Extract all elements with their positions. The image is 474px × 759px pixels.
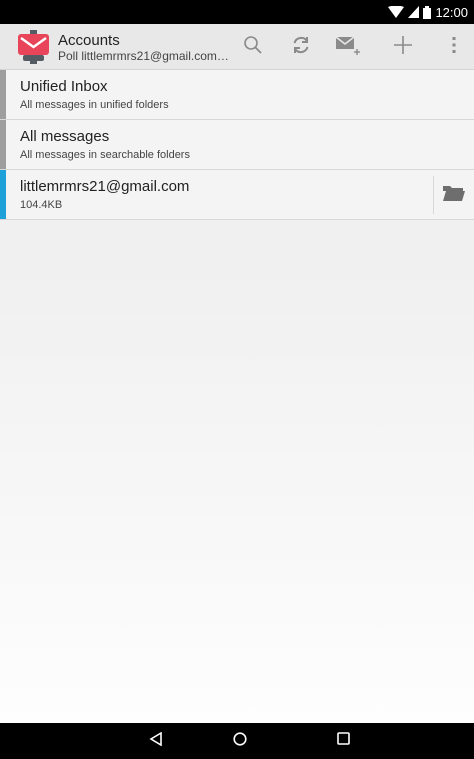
home-button[interactable]	[220, 723, 260, 759]
compose-icon	[335, 34, 363, 61]
status-bar: 12:00	[0, 0, 474, 24]
add-account-button[interactable]	[383, 24, 423, 70]
navigation-bar	[0, 723, 474, 759]
list-item-unified-inbox[interactable]: Unified Inbox All messages in unified fo…	[0, 70, 474, 120]
account-email: littlemrmrs21@gmail.com	[20, 178, 190, 195]
overflow-menu-button[interactable]	[434, 24, 474, 70]
refresh-icon	[291, 35, 311, 60]
recents-icon	[336, 732, 350, 750]
compose-button[interactable]	[329, 24, 369, 70]
wifi-icon	[388, 5, 405, 19]
list-item-subtitle: All messages in searchable folders	[20, 149, 190, 161]
refresh-button[interactable]	[281, 24, 321, 70]
folder-icon	[442, 184, 466, 207]
account-list: Unified Inbox All messages in unified fo…	[0, 70, 474, 220]
home-icon	[233, 731, 247, 751]
title-block: Accounts Poll littlemrmrs21@gmail.com:In…	[58, 32, 230, 64]
folders-button[interactable]	[433, 176, 474, 214]
account-size: 104.4KB	[20, 199, 63, 211]
page-title: Accounts	[58, 32, 120, 49]
color-stripe	[0, 70, 6, 119]
color-stripe	[0, 120, 6, 169]
status-icons: 12:00	[388, 0, 468, 24]
action-bar: Accounts Poll littlemrmrs21@gmail.com:In…	[0, 24, 474, 70]
search-icon	[243, 35, 263, 60]
account-color-stripe	[0, 170, 6, 219]
page-subtitle: Poll littlemrmrs21@gmail.com:In...	[58, 49, 230, 63]
status-time: 12:00	[435, 4, 468, 20]
list-item-title: All messages	[20, 128, 110, 145]
back-icon	[149, 731, 163, 751]
cell-signal-icon	[408, 6, 420, 18]
list-item-title: Unified Inbox	[20, 78, 108, 95]
overflow-menu-icon	[452, 36, 456, 59]
back-button[interactable]	[136, 723, 176, 759]
list-item-subtitle: All messages in unified folders	[20, 99, 169, 111]
add-icon	[393, 35, 413, 60]
battery-icon	[423, 5, 432, 19]
recents-button[interactable]	[323, 723, 363, 759]
search-button[interactable]	[233, 24, 273, 70]
app-logo-icon[interactable]	[17, 30, 50, 64]
list-item-account[interactable]: littlemrmrs21@gmail.com 104.4KB	[0, 170, 474, 220]
list-item-all-messages[interactable]: All messages All messages in searchable …	[0, 120, 474, 170]
